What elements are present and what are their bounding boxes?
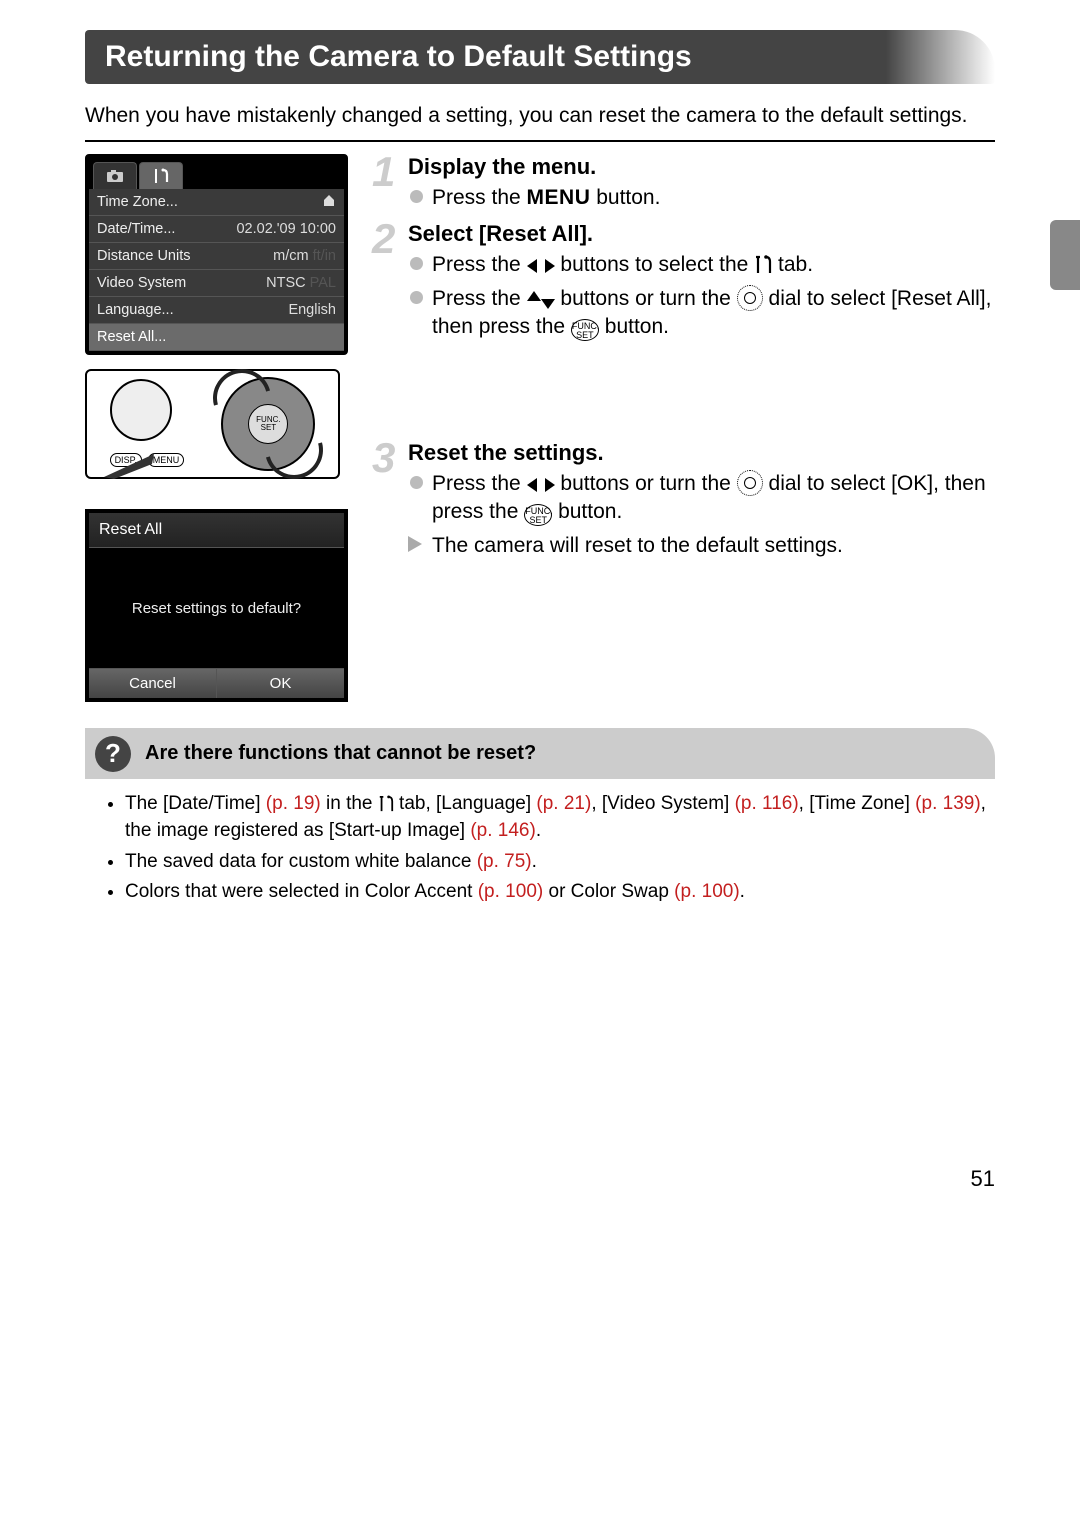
menu-value-dim: PAL [310,275,336,291]
step-title: Reset the settings. [408,440,995,466]
cancel-button[interactable]: Cancel [89,668,216,698]
faq-title: Are there functions that cannot be reset… [145,742,536,764]
bullet-icon [410,190,423,203]
camera-menu-screen: Time Zone... Date/Time... 02.02.'09 10:0… [85,154,348,355]
tab-tools [139,162,183,189]
step-number: 1 [372,148,395,196]
controls-illustration: DISP. MENU FUNC. SET [85,369,340,479]
bullet-icon [410,476,423,489]
tools-icon [754,255,772,275]
menu-value: NTSC [266,275,305,291]
note-item: The saved data for custom white balance … [125,849,995,876]
ok-button[interactable]: OK [216,668,344,698]
tab-camera [93,162,137,189]
page-title: Returning the Camera to Default Settings [85,30,995,84]
page-number: 51 [85,1166,995,1192]
page-ref: (p. 21) [536,793,591,814]
step-text: Press the buttons or turn the dial to se… [408,285,995,342]
bullet-icon [410,291,423,304]
menu-row-video: Video System NTSC PAL [89,270,344,297]
page-ref: (p. 116) [735,793,799,814]
menu-label: Language... [97,302,174,318]
menu-label: Reset All... [97,329,166,345]
tools-icon [378,795,394,813]
menu-label: Video System [97,275,186,291]
step-title: Display the menu. [408,154,995,180]
step-text: Press the buttons or turn the dial to se… [408,470,995,527]
menu-value-dim: ft/in [313,248,336,264]
step-number: 2 [372,215,395,263]
step-number: 3 [372,434,395,482]
menu-value: 02.02.'09 10:00 [236,221,336,237]
step-result: The camera will reset to the default set… [408,532,995,560]
question-icon: ? [95,736,131,772]
dial-icon [737,285,763,311]
page-ref: (p. 139) [915,793,980,814]
dial-icon [737,470,763,496]
camera-icon [106,169,124,183]
section-tab [1050,220,1080,290]
reset-dialog: Reset All Reset settings to default? Can… [85,509,348,702]
dialog-title: Reset All [89,513,344,548]
step-text: Press the MENU button. [408,184,995,212]
faq-bar: ? Are there functions that cannot be res… [85,728,995,779]
step-3: 3 Reset the settings. Press the buttons … [380,440,995,561]
menu-row-distance: Distance Units m/cm ft/in [89,243,344,270]
up-down-icon [527,291,555,309]
notes-list: The [Date/Time] (p. 19) in the tab, [Lan… [85,791,995,905]
page-ref: (p. 75) [477,851,532,872]
home-icon [322,193,336,207]
menu-label: Time Zone... [97,194,178,210]
page-ref: (p. 100) [478,881,543,902]
page-ref: (p. 100) [674,881,739,902]
page-ref: (p. 146) [470,820,535,841]
menu-word: MENU [527,186,591,209]
page-ref: (p. 19) [266,793,321,814]
mode-dial [110,379,172,441]
result-arrow-icon [408,536,422,552]
dialog-message: Reset settings to default? [89,548,344,668]
divider [85,140,995,142]
tools-icon [152,168,170,184]
func-set-icon: FUNC.SET [524,504,552,526]
step-1: 1 Display the menu. Press the MENU butto… [380,154,995,212]
menu-row-datetime: Date/Time... 02.02.'09 10:00 [89,216,344,243]
pointer-arrow-icon [104,449,154,479]
func-set-icon: FUNC.SET [571,319,599,341]
bullet-icon [410,257,423,270]
left-right-icon [527,476,555,494]
note-item: Colors that were selected in Color Accen… [125,879,995,906]
menu-label: Date/Time... [97,221,175,237]
menu-value: English [288,302,336,318]
step-title: Select [Reset All]. [408,221,995,247]
menu-label: Distance Units [97,248,190,264]
menu-value: m/cm [273,248,308,264]
left-right-icon [527,257,555,275]
intro-text: When you have mistakenly changed a setti… [85,102,995,130]
menu-row-language: Language... English [89,297,344,324]
note-item: The [Date/Time] (p. 19) in the tab, [Lan… [125,791,995,844]
menu-row-timezone: Time Zone... [89,189,344,216]
menu-row-resetall: Reset All... [89,324,344,351]
step-2: 2 Select [Reset All]. Press the buttons … [380,221,995,342]
step-text: Press the buttons to select the tab. [408,251,995,279]
